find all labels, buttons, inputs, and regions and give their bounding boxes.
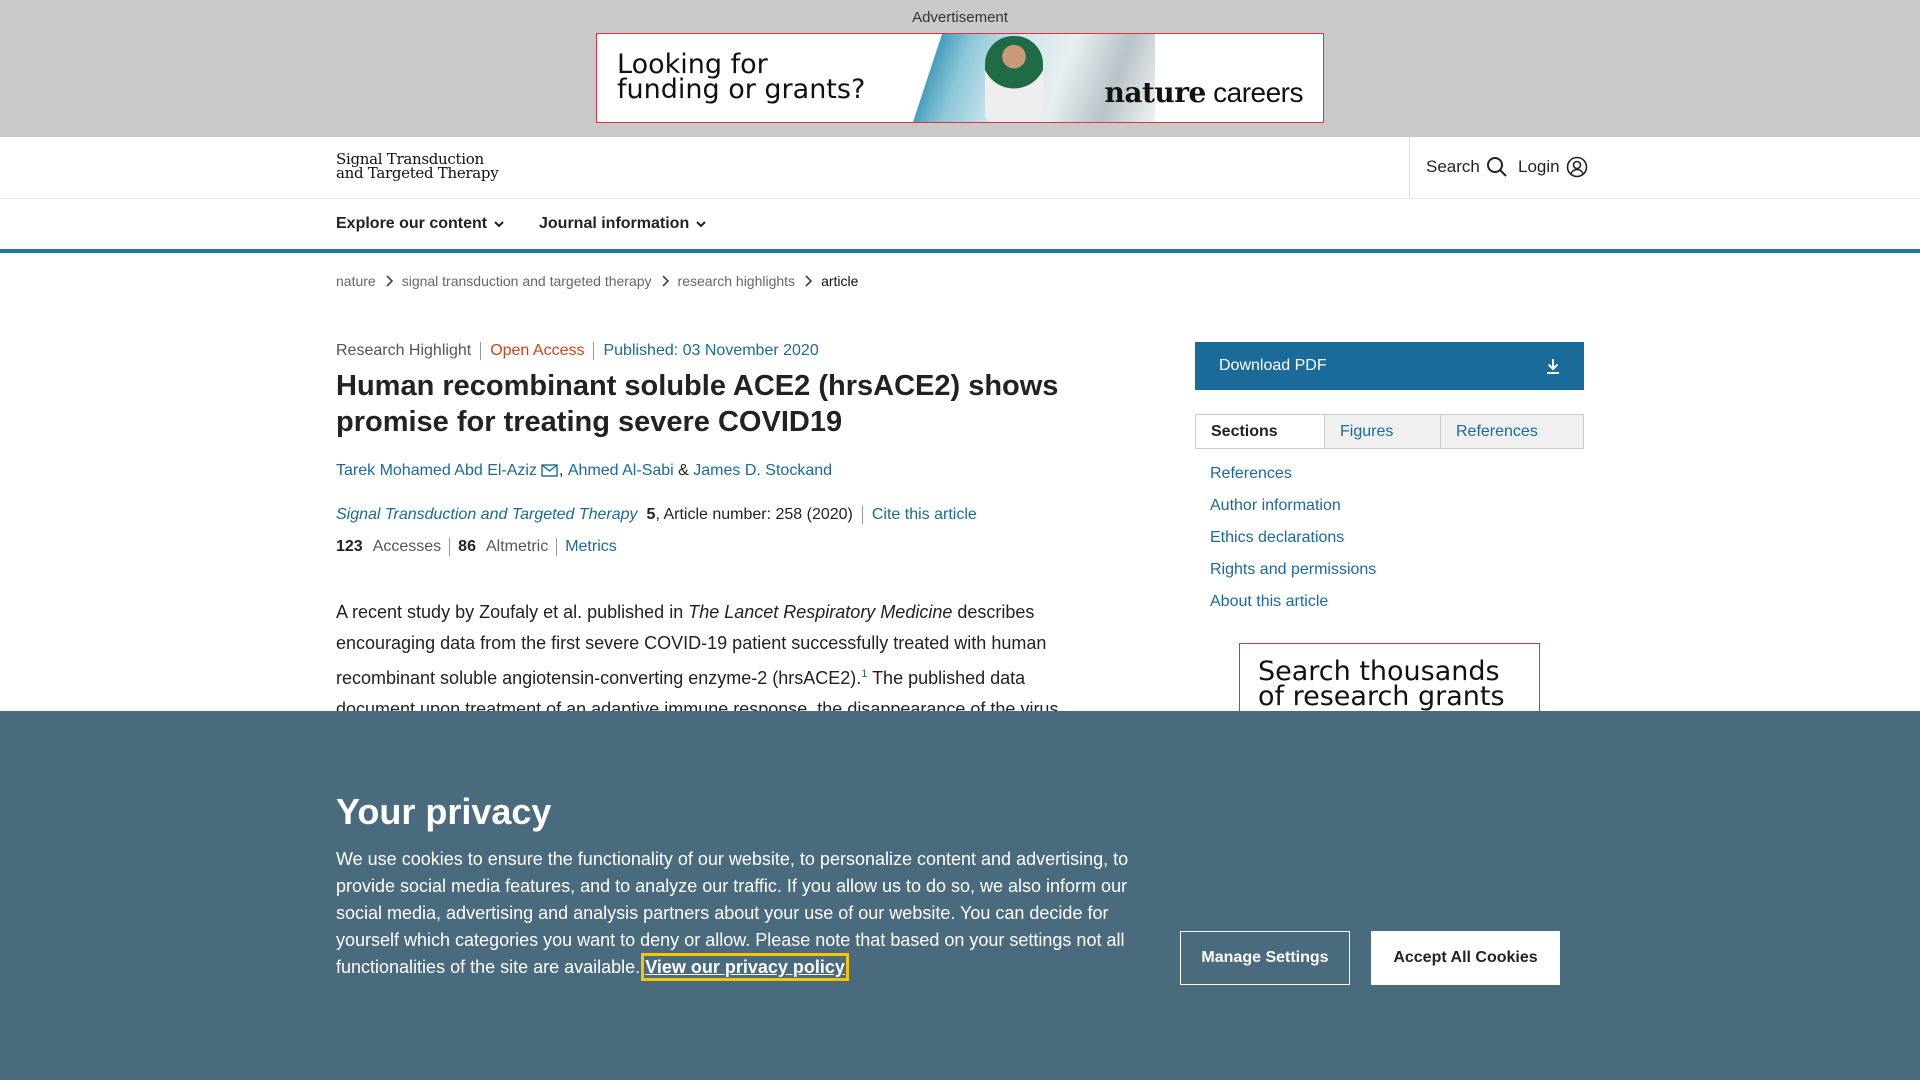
section-link-author-information[interactable]: Author information [1210, 495, 1376, 527]
chevron-right-icon [805, 275, 813, 287]
download-pdf-button[interactable]: Download PDF [1195, 342, 1584, 390]
article-meta: Research Highlight Open Access Published… [336, 342, 819, 360]
author-link[interactable]: Tarek Mohamed Abd El-Aziz [336, 462, 537, 480]
divider [593, 342, 595, 360]
breadcrumb-journal[interactable]: signal transduction and targeted therapy [402, 273, 652, 289]
accesses-label: Accesses [372, 538, 442, 555]
journal-logo[interactable]: Signal Transduction and Targeted Therapy [336, 152, 499, 181]
tab-sections[interactable]: Sections [1196, 415, 1324, 448]
altmetric-label: Altmetric [485, 538, 549, 555]
user-icon [1566, 156, 1587, 178]
divider [480, 342, 482, 360]
article-abstract: A recent study by Zoufaly et al. publish… [336, 602, 1059, 719]
section-link-rights-and-permissions[interactable]: Rights and permissions [1210, 559, 1376, 591]
article-type: Research Highlight [336, 342, 472, 359]
metrics-link[interactable]: Metrics [565, 538, 617, 556]
ad-scientist-image [985, 36, 1043, 122]
download-icon [1547, 359, 1559, 374]
site-header: Signal Transduction and Targeted Therapy… [0, 137, 1920, 199]
search-label: Search [1426, 157, 1480, 176]
volume-number: 5 [646, 506, 656, 523]
altmetric-count: 86 [458, 538, 476, 555]
chevron-down-icon [494, 221, 504, 228]
accesses-count: 123 [336, 538, 363, 555]
privacy-title: Your privacy [336, 791, 552, 832]
divider [449, 538, 451, 556]
author-link[interactable]: Ahmed Al-Sabi [568, 462, 674, 480]
privacy-policy-link[interactable]: View our privacy policy [641, 953, 849, 981]
journal-name-link[interactable]: Signal Transduction and Targeted Therapy [336, 506, 638, 524]
chevron-right-icon [661, 275, 669, 287]
login-label: Login [1518, 157, 1560, 176]
divider [861, 506, 863, 524]
nav-explore-content[interactable]: Explore our content [336, 215, 505, 233]
mail-icon[interactable] [541, 464, 559, 478]
download-pdf-label: Download PDF [1219, 357, 1327, 374]
search-icon [1486, 157, 1507, 177]
open-access-badge: Open Access [490, 342, 585, 359]
article-metrics: 123 Accesses 86 Altmetric Metrics [336, 538, 617, 556]
article-title: Human recombinant soluble ACE2 (hrsACE2)… [336, 370, 1059, 438]
privacy-text: We use cookies to ensure the functionali… [336, 849, 1129, 981]
section-link-ethics-declarations[interactable]: Ethics declarations [1210, 527, 1376, 559]
chevron-down-icon [696, 221, 706, 228]
login-button[interactable]: Login [1518, 156, 1588, 178]
breadcrumb-article: article [821, 273, 859, 289]
sidebar-tabs: Sections Figures References [1195, 414, 1584, 449]
author-and: & [673, 462, 694, 479]
header-divider [1409, 137, 1410, 198]
section-link-references[interactable]: References [1210, 463, 1376, 495]
breadcrumb-nature[interactable]: nature [336, 273, 376, 289]
article-number: , Article number: 258 (2020) [655, 506, 853, 523]
breadcrumb-research-highlights[interactable]: research highlights [678, 273, 796, 289]
tab-references[interactable]: References [1440, 415, 1583, 448]
author-list: Tarek Mohamed Abd El-Aziz , Ahmed Al-Sab… [336, 462, 832, 480]
main-nav: Explore our content Journal information [0, 199, 1920, 253]
privacy-banner: Your privacy We use cookies to ensure th… [0, 711, 1920, 1080]
breadcrumb: nature signal transduction and targeted … [336, 273, 858, 289]
tab-figures[interactable]: Figures [1324, 415, 1440, 448]
ad-headline: Looking for funding or grants? [617, 49, 866, 105]
accept-all-cookies-button[interactable]: Accept All Cookies [1371, 931, 1560, 985]
nav-journal-information[interactable]: Journal information [539, 215, 707, 233]
side-ad-text: Search thousands of research grants [1258, 656, 1505, 712]
chevron-right-icon [386, 275, 393, 287]
section-link-about-this-article[interactable]: About this article [1210, 591, 1376, 623]
citation-line: Signal Transduction and Targeted Therapy… [336, 506, 977, 524]
cite-this-article-link[interactable]: Cite this article [872, 506, 977, 524]
author-link[interactable]: James D. Stockand [693, 462, 832, 480]
search-button[interactable]: Search [1426, 156, 1508, 178]
section-links: References Author information Ethics dec… [1210, 463, 1376, 623]
advertisement-label: Advertisement [912, 9, 1008, 26]
author-separator: , [558, 462, 568, 479]
nature-careers-ad-banner[interactable]: Looking for funding or grants? nature ca… [596, 33, 1324, 123]
nature-careers-logo: nature careers [1104, 76, 1303, 109]
published-date: Published: 03 November 2020 [603, 342, 819, 359]
divider [556, 538, 558, 556]
advertisement-band: Advertisement Looking for funding or gra… [0, 0, 1920, 137]
manage-settings-button[interactable]: Manage Settings [1180, 931, 1350, 985]
